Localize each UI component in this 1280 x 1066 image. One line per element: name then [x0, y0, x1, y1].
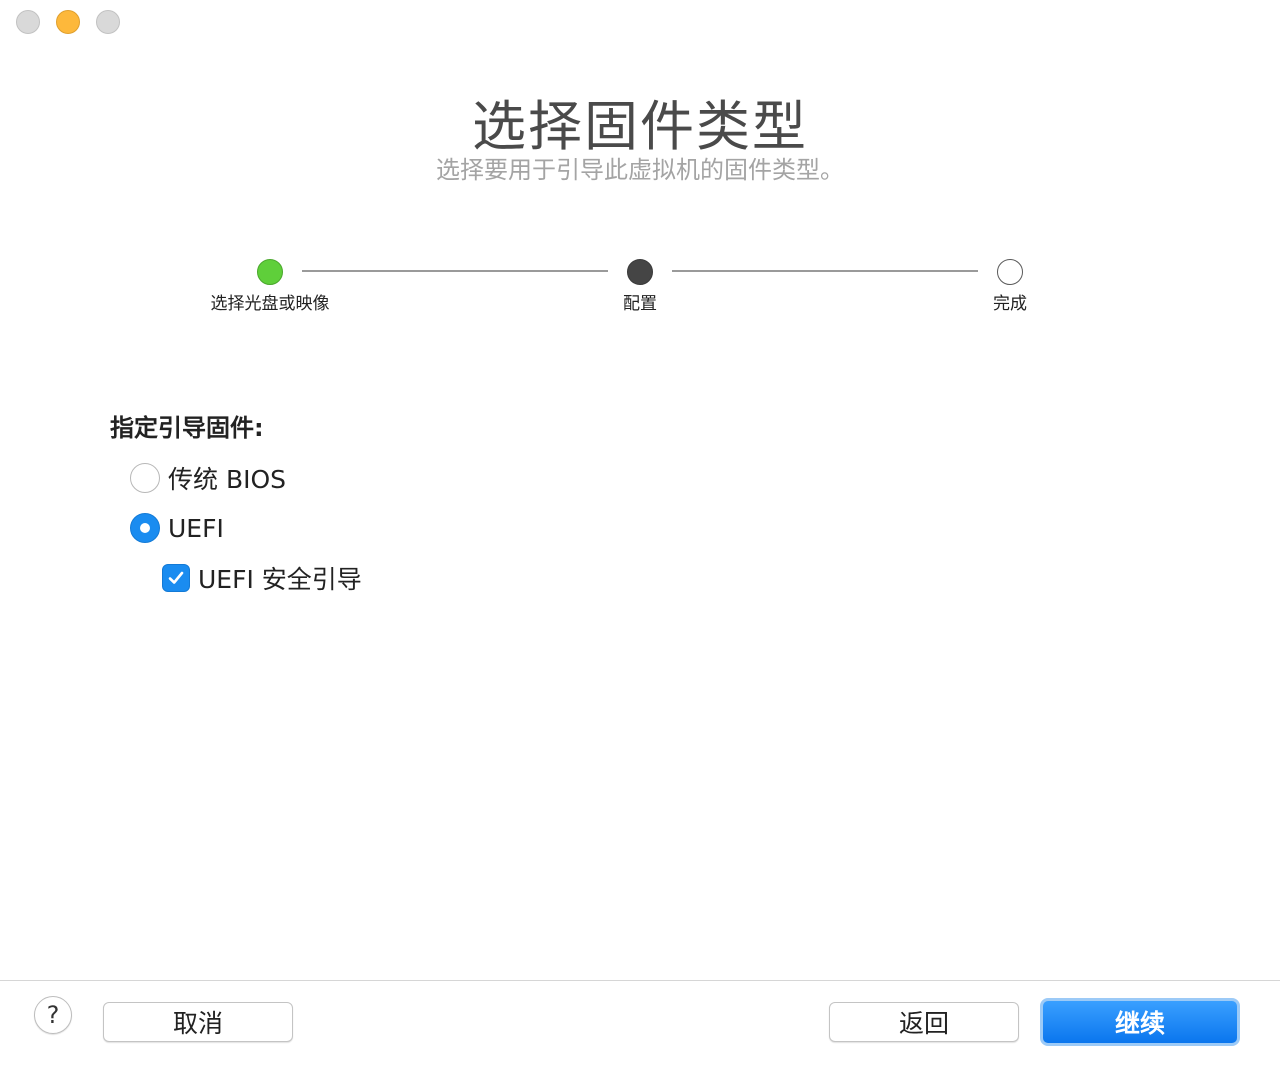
minimize-window-button[interactable] [56, 10, 80, 34]
legacy-bios-label: 传统 BIOS [168, 465, 287, 494]
uefi-secure-boot-label: UEFI 安全引导 [198, 565, 362, 594]
firmware-section-label: 指定引导固件: [110, 414, 264, 442]
assistant-window: 选择固件类型 选择要用于引导此虚拟机的固件类型。 选择光盘或映像 配置 完成 指… [0, 0, 1280, 1066]
help-button[interactable]: ? [34, 996, 72, 1034]
step-label-configure: 配置 [623, 294, 657, 314]
checkmark-icon [168, 571, 184, 584]
uefi-radio[interactable] [130, 513, 160, 543]
legacy-bios-radio[interactable] [130, 463, 160, 493]
radio-selected-dot [140, 523, 150, 533]
legacy-bios-option[interactable]: 传统 BIOS [130, 460, 286, 496]
step-connector [672, 270, 978, 272]
step-connector [302, 270, 608, 272]
step-dot-todo [997, 259, 1023, 285]
cancel-button[interactable]: 取消 [103, 1002, 293, 1042]
help-icon: ? [46, 1001, 60, 1029]
uefi-secure-boot-option[interactable]: UEFI 安全引导 [162, 560, 362, 596]
page-subtitle: 选择要用于引导此虚拟机的固件类型。 [436, 156, 844, 184]
window-controls [16, 10, 120, 34]
step-label-select-disc: 选择光盘或映像 [210, 294, 330, 314]
zoom-window-button[interactable] [96, 10, 120, 34]
uefi-label: UEFI [168, 513, 224, 543]
step-label-finish: 完成 [993, 294, 1027, 314]
close-window-button[interactable] [16, 10, 40, 34]
back-button[interactable]: 返回 [829, 1002, 1019, 1042]
continue-button[interactable]: 继续 [1040, 998, 1240, 1046]
step-dot-current [627, 259, 653, 285]
step-dot-done [257, 259, 283, 285]
uefi-secure-boot-checkbox[interactable] [162, 564, 190, 592]
footer-divider [0, 980, 1280, 981]
uefi-option[interactable]: UEFI [130, 513, 224, 543]
